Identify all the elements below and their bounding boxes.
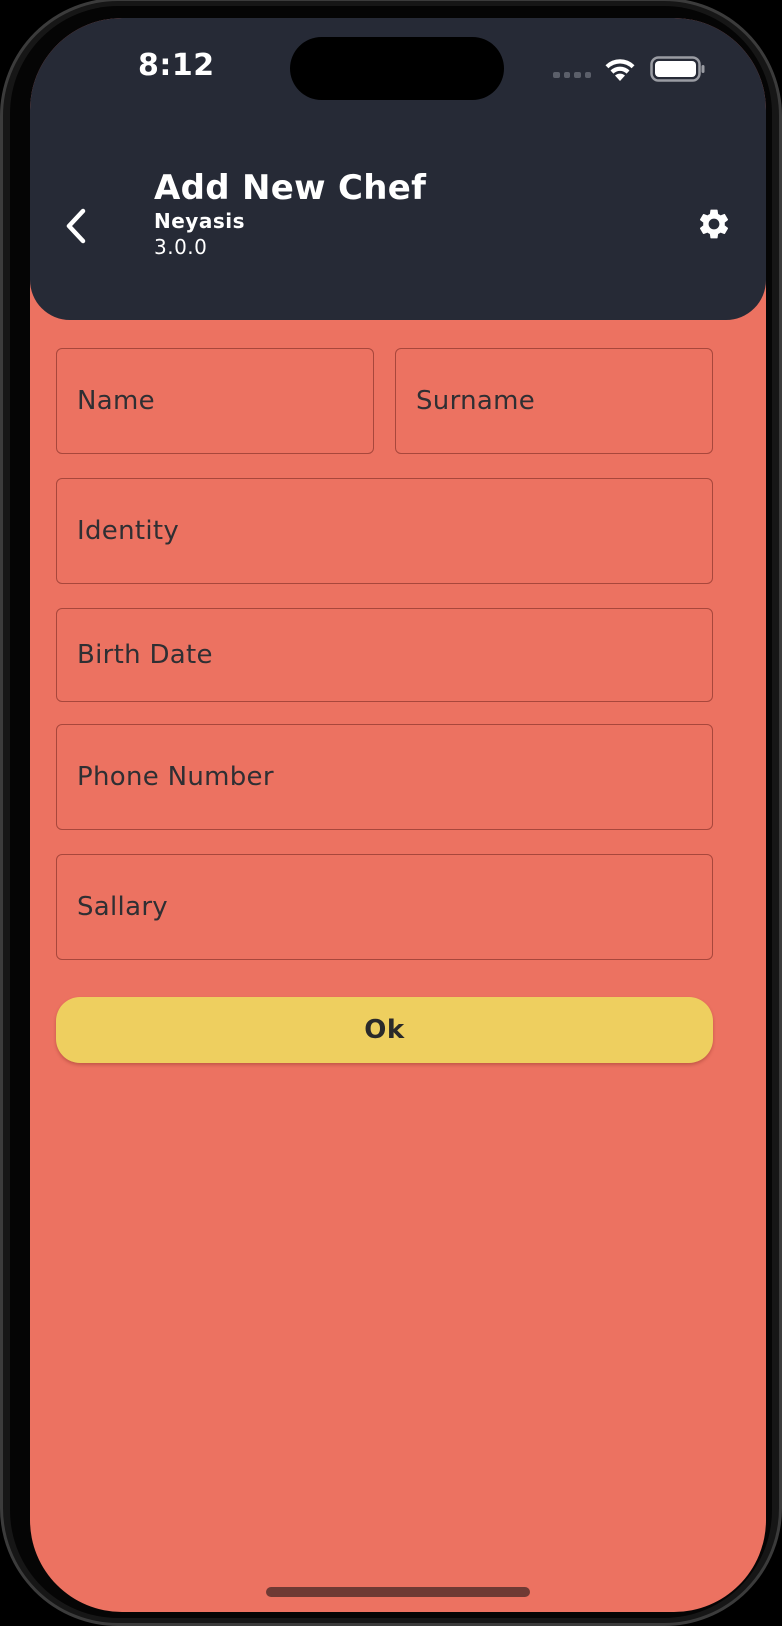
birth-date-input[interactable] — [57, 609, 712, 701]
settings-button[interactable] — [684, 194, 744, 254]
chevron-left-icon — [66, 208, 86, 244]
app-screen: 8:12 Add New Chef Neyasis 3.0.0 Name Sur… — [30, 18, 766, 1612]
surname-input[interactable] — [396, 349, 712, 453]
battery-icon — [650, 56, 705, 82]
wifi-icon — [605, 59, 635, 81]
sallary-input[interactable] — [57, 855, 712, 959]
identity-input[interactable] — [57, 479, 712, 583]
status-time: 8:12 — [138, 48, 215, 83]
phone-number-field — [56, 724, 713, 830]
name-field — [56, 348, 374, 454]
birth-date-field — [56, 608, 713, 702]
gear-icon — [699, 209, 729, 239]
page-subtitle: Neyasis — [154, 209, 245, 233]
app-bar: 8:12 Add New Chef Neyasis 3.0.0 — [30, 18, 766, 320]
back-button[interactable] — [46, 196, 106, 256]
home-indicator[interactable] — [266, 1587, 530, 1597]
phone-number-input[interactable] — [57, 725, 712, 829]
ok-button[interactable]: Ok — [56, 997, 713, 1063]
sallary-field — [56, 854, 713, 960]
dynamic-island — [290, 37, 504, 100]
identity-field — [56, 478, 713, 584]
app-version: 3.0.0 — [154, 235, 208, 259]
page-title: Add New Chef — [154, 168, 427, 208]
title-block: Add New Chef Neyasis 3.0.0 — [154, 168, 426, 260]
surname-field — [395, 348, 713, 454]
name-input[interactable] — [57, 349, 373, 453]
cellular-signal-icon — [553, 72, 591, 80]
